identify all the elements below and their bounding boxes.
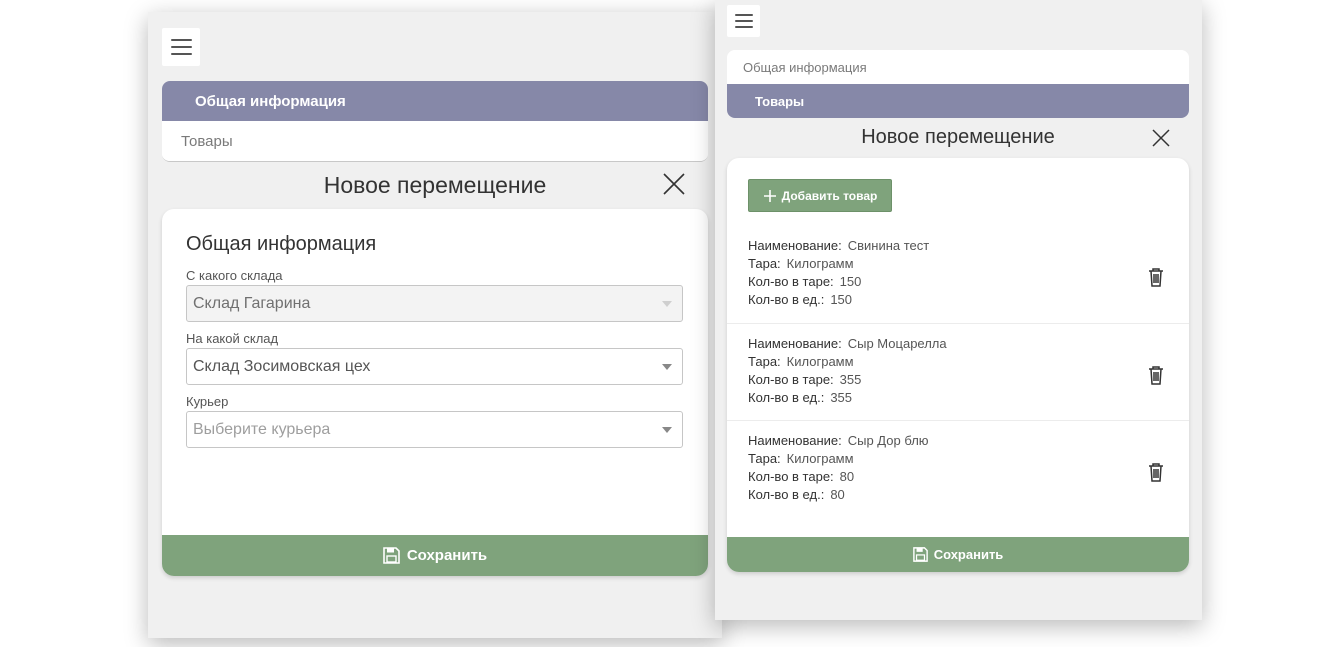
- section-title: Общая информация: [186, 233, 377, 255]
- floppy-disk-icon: [383, 547, 400, 564]
- add-product-label: Добавить товар: [781, 188, 878, 203]
- save-button[interactable]: Сохранить: [727, 537, 1189, 572]
- close-icon[interactable]: [662, 172, 686, 196]
- from-warehouse-label: С какого склада: [186, 268, 283, 283]
- to-warehouse-label: На какой склад: [186, 331, 279, 346]
- from-warehouse-select[interactable]: Склад Гагарина: [186, 285, 683, 322]
- save-button[interactable]: Сохранить: [162, 535, 708, 576]
- trash-icon[interactable]: [1147, 365, 1165, 385]
- from-warehouse-value: Склад Гагарина: [193, 294, 311, 312]
- hamburger-menu-icon[interactable]: [727, 5, 760, 37]
- screen-products: Общая информация Товары Новое перемещени…: [715, 0, 1202, 620]
- courier-placeholder: Выберите курьера: [193, 420, 331, 438]
- product-tare-line: Тара: Килограмм: [748, 354, 854, 369]
- chevron-down-icon: [662, 427, 672, 433]
- product-tare-line: Тара: Килограмм: [748, 256, 854, 271]
- product-name-line: Наименование: Свинина тест: [748, 238, 930, 253]
- add-product-button[interactable]: Добавить товар: [748, 179, 892, 212]
- product-qty-unit-line: Кол-во в ед.: 80: [748, 487, 845, 502]
- to-warehouse-select[interactable]: Склад Зосимовская цех: [186, 348, 683, 385]
- tab-general-info[interactable]: Общая информация: [162, 81, 708, 121]
- list-item: Наименование: Сыр Дор блю Тара: Килограмм …: [727, 420, 1189, 518]
- tab-products[interactable]: Товары: [727, 84, 1189, 118]
- to-warehouse-value: Склад Зосимовская цех: [193, 357, 371, 375]
- floppy-disk-icon: [912, 547, 928, 562]
- tab-bar: Общая информация Товары: [162, 81, 708, 162]
- general-info-form: Общая информация С какого склада Склад Г…: [162, 209, 708, 576]
- chevron-down-icon: [662, 301, 672, 307]
- trash-icon[interactable]: [1147, 267, 1165, 287]
- courier-label: Курьер: [186, 394, 229, 409]
- list-item: Наименование: Свинина тест Тара: Килограмм…: [727, 226, 1189, 324]
- tab-general-info[interactable]: Общая информация: [727, 50, 1189, 84]
- product-name-line: Наименование: Сыр Дор блю: [748, 433, 929, 448]
- plus-icon: [763, 189, 776, 202]
- product-name-line: Наименование: Сыр Моцарелла: [748, 336, 947, 351]
- product-qty-tare-line: Кол-во в таре: 150: [748, 274, 862, 289]
- screen-general-info: Общая информация Товары Новое перемещени…: [148, 12, 722, 638]
- product-qty-tare-line: Кол-во в таре: 80: [748, 469, 855, 484]
- modal-title: Новое перемещение: [323, 172, 547, 198]
- product-qty-unit-line: Кол-во в ед.: 355: [748, 390, 853, 405]
- save-label: Сохранить: [933, 547, 1004, 562]
- hamburger-menu-icon[interactable]: [162, 28, 200, 66]
- tab-bar: Общая информация Товары: [727, 50, 1189, 118]
- product-tare-line: Тара: Килограмм: [748, 451, 854, 466]
- products-list: Добавить товар Наименование: Свинина тест…: [727, 158, 1189, 572]
- chevron-down-icon: [662, 364, 672, 370]
- tab-products[interactable]: Товары: [162, 121, 708, 161]
- modal-title: Новое перемещение: [861, 126, 1055, 148]
- product-qty-tare-line: Кол-во в таре: 355: [748, 372, 862, 387]
- save-label: Сохранить: [406, 547, 488, 564]
- trash-icon[interactable]: [1147, 462, 1165, 482]
- close-icon[interactable]: [1151, 128, 1171, 148]
- product-qty-unit-line: Кол-во в ед.: 150: [748, 292, 853, 307]
- list-item: Наименование: Сыр Моцарелла Тара: Килограм…: [727, 323, 1189, 421]
- courier-select[interactable]: Выберите курьера: [186, 411, 683, 448]
